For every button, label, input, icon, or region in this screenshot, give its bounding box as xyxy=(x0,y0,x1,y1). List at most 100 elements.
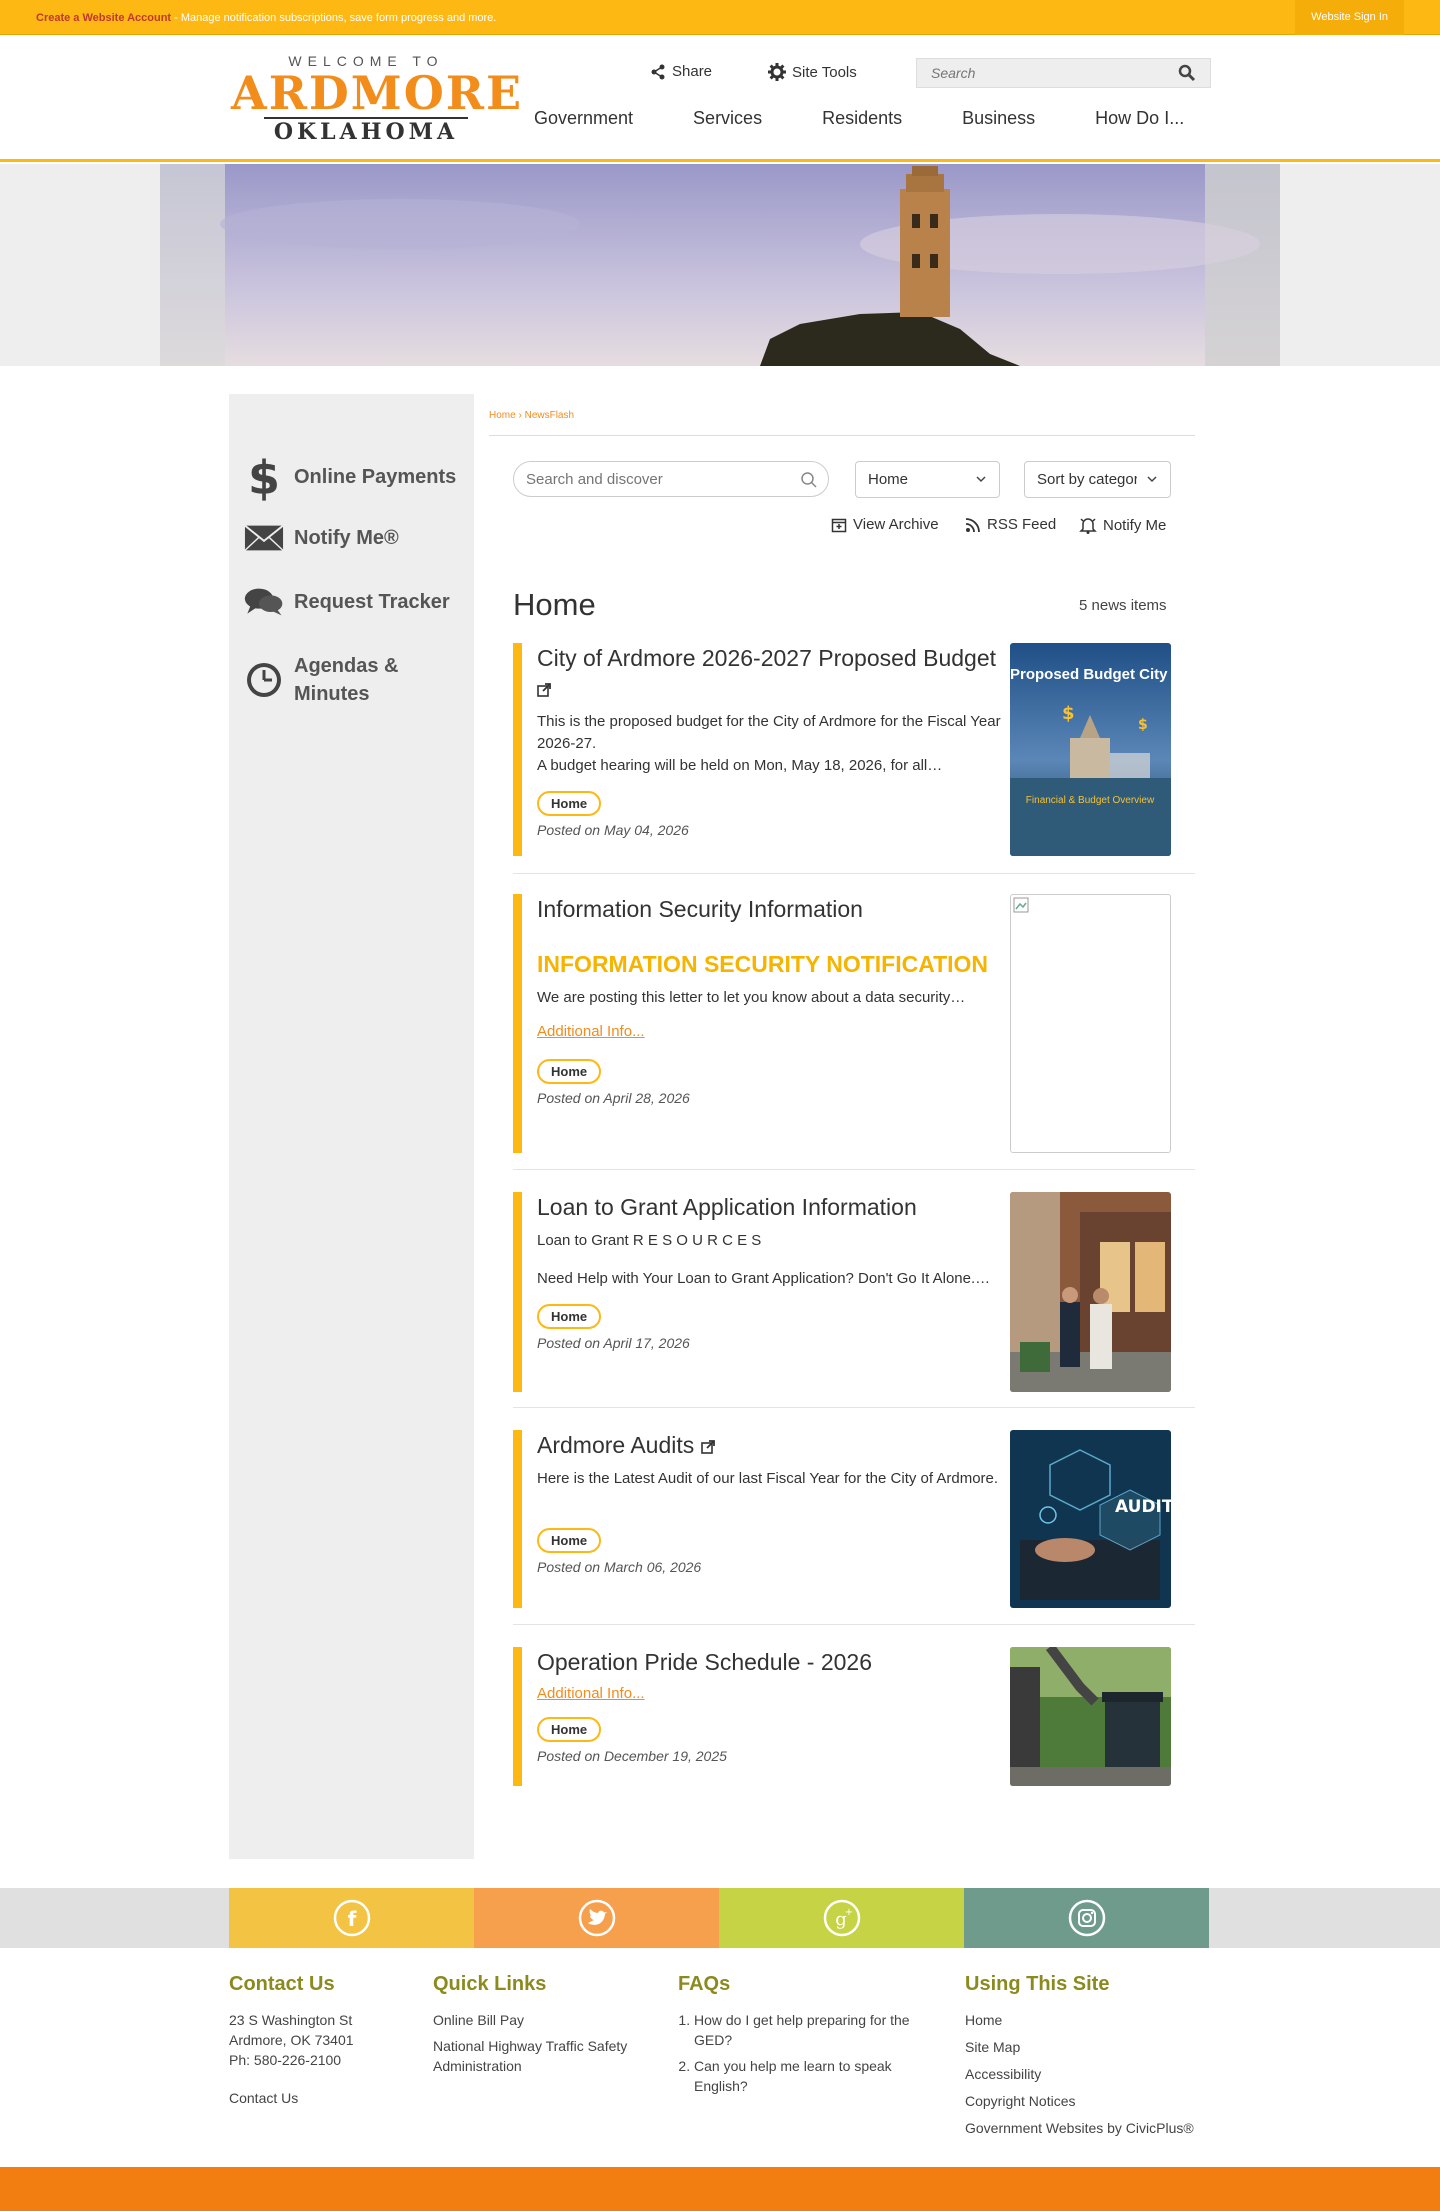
news-search xyxy=(513,461,829,497)
sidebar-item-label: Notify Me® xyxy=(294,526,399,549)
nav-government[interactable]: Government xyxy=(534,108,633,129)
footer-link[interactable]: Home xyxy=(965,2010,1215,2030)
category-tag[interactable]: Home xyxy=(537,791,602,816)
logo-name: ARDMORE xyxy=(231,66,524,120)
share-label: Share xyxy=(672,63,713,80)
create-account-link[interactable]: Create a Website Account xyxy=(36,12,171,24)
svg-text:$: $ xyxy=(1062,703,1075,724)
news-item-thumbnail[interactable] xyxy=(1010,894,1171,1153)
news-item-thumbnail[interactable] xyxy=(1010,1647,1171,1786)
sidebar-item-request-tracker[interactable]: Request Tracker xyxy=(244,584,450,620)
footer-link[interactable]: Government Websites by CivicPlus® xyxy=(965,2118,1215,2138)
news-item: Ardmore Audits Here is the Latest Audit … xyxy=(513,1430,1171,1608)
footer-bottom-band xyxy=(0,2167,1440,2211)
footer-link[interactable]: Copyright Notices xyxy=(965,2091,1215,2111)
posted-date: Posted on May 04, 2026 xyxy=(537,822,689,838)
news-item-thumbnail[interactable]: AUDIT xyxy=(1010,1430,1171,1608)
news-item-title[interactable]: Information Security Information xyxy=(537,894,1007,924)
nav-business[interactable]: Business xyxy=(962,108,1035,129)
storefront-people-image xyxy=(1010,1192,1171,1392)
category-tag[interactable]: Home xyxy=(537,1528,602,1553)
sidebar-item-label: Online Payments xyxy=(294,465,457,488)
instagram-link[interactable] xyxy=(964,1888,1209,1948)
external-link-icon xyxy=(537,683,551,697)
hero-banner xyxy=(0,164,1440,366)
news-item-title[interactable]: Ardmore Audits xyxy=(537,1430,1007,1460)
facebook-link[interactable]: f xyxy=(229,1888,474,1948)
sidebar-item-label: Request Tracker xyxy=(294,590,450,613)
breadcrumb-current[interactable]: NewsFlash xyxy=(525,410,574,421)
footer-heading: FAQs xyxy=(678,1973,731,1995)
posted-date: Posted on April 28, 2026 xyxy=(537,1090,690,1106)
news-item-title[interactable]: Loan to Grant Application Information xyxy=(537,1192,1007,1222)
site-tools-button[interactable]: Site Tools xyxy=(768,63,857,85)
twitter-link[interactable] xyxy=(474,1888,719,1948)
sidebar-item-notify-me[interactable]: Notify Me® xyxy=(244,524,399,552)
news-item-description: This is the proposed budget for the City… xyxy=(537,713,1001,774)
nav-services[interactable]: Services xyxy=(693,108,762,129)
broken-image-icon xyxy=(1013,897,1029,913)
news-item-thumbnail[interactable] xyxy=(1010,1192,1171,1392)
notify-me-link[interactable]: Notify Me xyxy=(1079,516,1166,534)
footer-heading: Contact Us xyxy=(229,1973,335,1995)
item-divider xyxy=(513,873,1195,874)
additional-info-link[interactable]: Additional Info... xyxy=(537,1685,645,1702)
main-navigation: Government Services Residents Business H… xyxy=(534,108,1244,129)
google-plus-link[interactable]: g + xyxy=(719,1888,964,1948)
search-icon[interactable] xyxy=(1178,64,1196,82)
breadcrumb-home[interactable]: Home xyxy=(489,410,516,421)
category-tag[interactable]: Home xyxy=(537,1717,602,1742)
item-divider xyxy=(513,1624,1195,1625)
tower-banner-image xyxy=(160,164,1280,366)
news-item-description: Need Help with Your Loan to Grant Applic… xyxy=(537,1270,991,1287)
category-tag[interactable]: Home xyxy=(537,1059,602,1084)
footer-faqs: FAQs How do I get help preparing for the… xyxy=(678,1973,928,2096)
svg-text:+: + xyxy=(844,1907,852,1918)
site-search-input[interactable] xyxy=(917,59,1167,87)
svg-text:$: $ xyxy=(249,452,279,502)
sort-select[interactable]: Sort by category xyxy=(1024,461,1171,498)
svg-text:$: $ xyxy=(1138,717,1148,733)
nav-how-do-i[interactable]: How Do I... xyxy=(1095,108,1184,129)
address-line: 23 S Washington St xyxy=(229,2012,353,2028)
category-select[interactable]: Home xyxy=(855,461,1000,498)
news-item: Loan to Grant Application Information Lo… xyxy=(513,1192,1171,1392)
footer-link[interactable]: Online Bill Pay xyxy=(433,2010,653,2030)
share-button[interactable]: Share xyxy=(650,63,712,84)
news-item-thumbnail[interactable]: $ $ Proposed Budget City of Financial & … xyxy=(1010,643,1171,856)
thumb-title: Proposed Budget City of xyxy=(1010,666,1171,683)
chat-bubbles-icon xyxy=(244,588,283,616)
news-item-title[interactable]: City of Ardmore 2026-2027 Proposed Budge… xyxy=(537,643,1007,703)
google-plus-icon: g+ xyxy=(823,1899,860,1937)
sidebar-item-online-payments[interactable]: $ Online Payments xyxy=(244,452,456,502)
item-divider xyxy=(513,1169,1195,1170)
chevron-down-icon xyxy=(976,476,986,483)
social-media-band: f g + xyxy=(0,1888,1440,1948)
nav-residents[interactable]: Residents xyxy=(822,108,902,129)
site-logo[interactable]: WELCOME TO ARDMORE OKLAHOMA xyxy=(231,53,524,145)
footer-link[interactable]: National Highway Traffic Safety Administ… xyxy=(433,2036,653,2076)
footer-link[interactable]: Site Map xyxy=(965,2037,1215,2057)
news-item-accent xyxy=(513,1430,522,1608)
gear-icon xyxy=(768,63,786,81)
faq-link[interactable]: Can you help me learn to speak English? xyxy=(694,2056,928,2096)
news-item-title[interactable]: Operation Pride Schedule - 2026 xyxy=(537,1647,1007,1677)
faq-link[interactable]: How do I get help preparing for the GED? xyxy=(694,2010,928,2050)
clock-icon xyxy=(247,663,281,697)
sign-in-button[interactable]: Website Sign In xyxy=(1295,0,1404,35)
sidebar-item-agendas-minutes[interactable]: Agendas & Minutes xyxy=(244,652,464,708)
twitter-icon xyxy=(578,1899,615,1937)
view-archive-link[interactable]: View Archive xyxy=(831,516,939,533)
footer-contact-link[interactable]: Contact Us xyxy=(229,2088,409,2108)
category-tag[interactable]: Home xyxy=(537,1304,602,1329)
news-search-input[interactable] xyxy=(514,462,784,496)
additional-info-link[interactable]: Additional Info... xyxy=(537,1023,645,1040)
posted-date: Posted on April 17, 2026 xyxy=(537,1335,690,1351)
instagram-icon xyxy=(1068,1899,1105,1937)
footer-link[interactable]: Accessibility xyxy=(965,2064,1215,2084)
news-item-accent xyxy=(513,894,522,1153)
create-account-message: - Manage notification subscriptions, sav… xyxy=(171,12,497,24)
rss-feed-link[interactable]: RSS Feed xyxy=(965,516,1056,533)
view-archive-label: View Archive xyxy=(853,516,939,533)
search-icon[interactable] xyxy=(800,471,818,489)
